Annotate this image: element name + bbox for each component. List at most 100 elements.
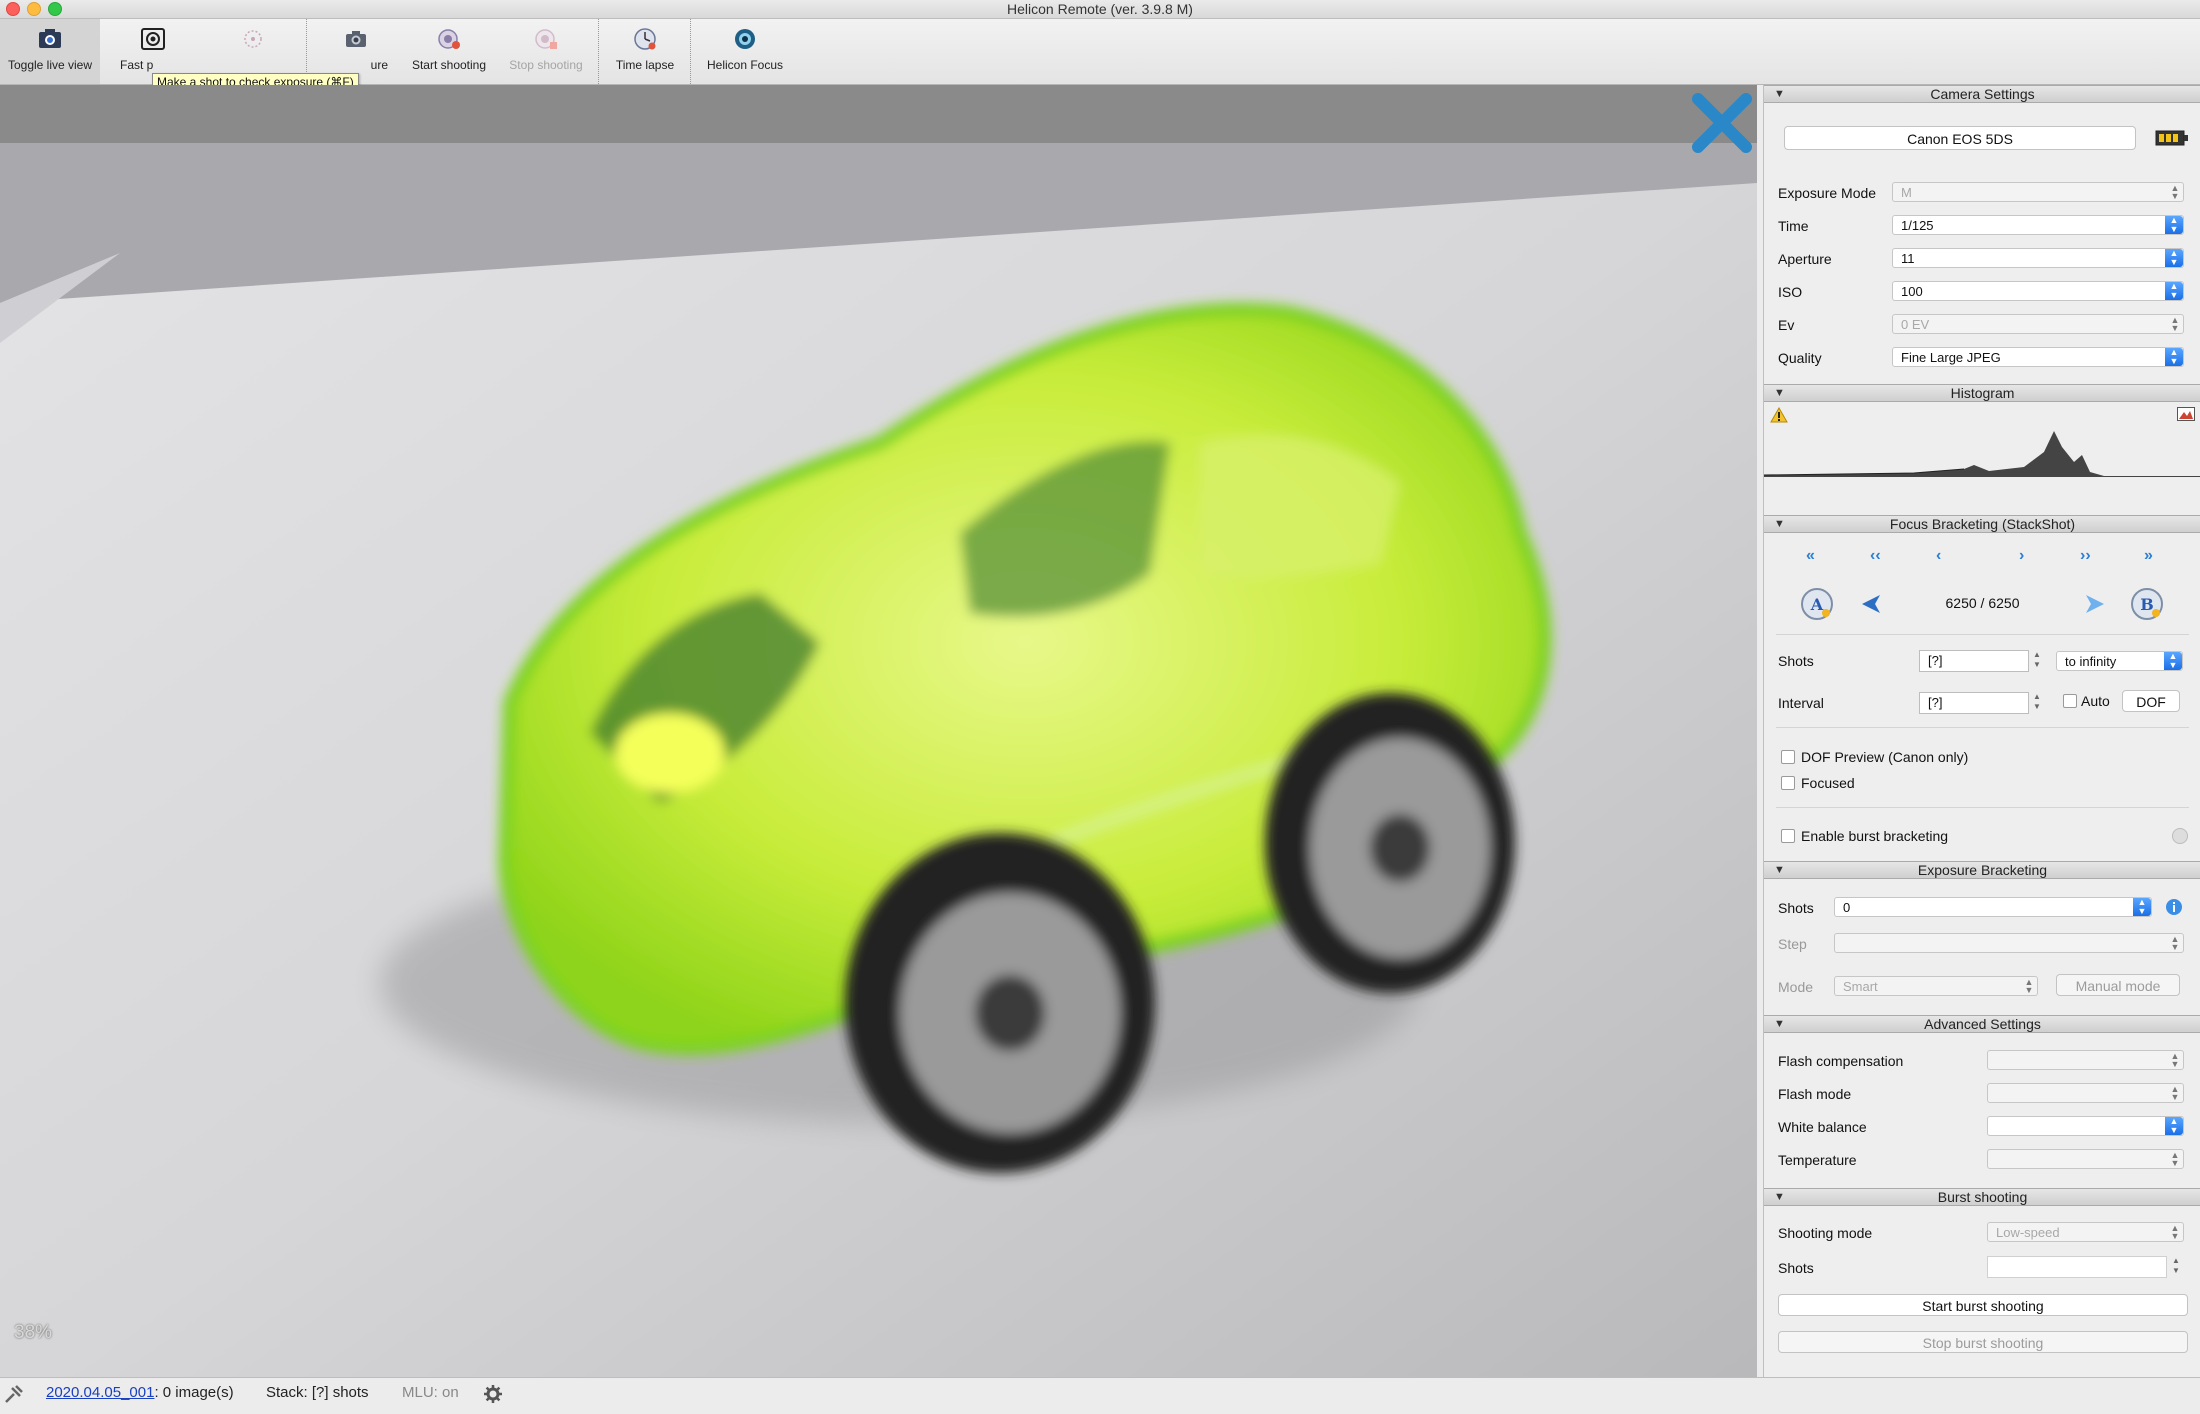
info-icon[interactable]: [2165, 898, 2183, 916]
histogram-mode-icon[interactable]: [2177, 407, 2195, 421]
collapse-triangle-icon: ▼: [1774, 864, 1785, 876]
burst-info-icon[interactable]: [2172, 828, 2188, 844]
exposure-mode-select[interactable]: M ▲ ▼: [1892, 182, 2184, 202]
helicon-focus-icon: [735, 29, 755, 49]
histogram-graph: [1764, 431, 2200, 477]
minimize-window-button[interactable]: [27, 2, 41, 16]
close-window-button[interactable]: [6, 2, 20, 16]
flash-compensation-select[interactable]: ▲ ▼: [1987, 1050, 2184, 1070]
capture-camera-icon: [346, 31, 366, 47]
stop-shooting-icon: [535, 29, 557, 49]
aperture-select[interactable]: 11 ▲ ▼: [1892, 248, 2184, 268]
stop-shooting-button[interactable]: Stop shooting: [500, 19, 592, 84]
interval-stepper[interactable]: ▲ ▼: [2032, 692, 2042, 714]
fast-rewind-icon[interactable]: «: [1806, 547, 1815, 565]
toolbar: Toggle live view Fast p ure Start shooti…: [0, 19, 2200, 91]
step-forward-icon[interactable]: ›: [2019, 547, 2024, 565]
interval-field[interactable]: [?]: [1919, 692, 2029, 714]
aperture-label: Aperture: [1778, 251, 1832, 267]
live-view-area[interactable]: 38%: [0, 85, 1757, 1377]
focus-direction-select[interactable]: to infinity ▲ ▼: [2056, 651, 2183, 671]
collapse-triangle-icon: ▼: [1774, 1191, 1785, 1203]
burst-shots-field[interactable]: [1987, 1256, 2167, 1278]
move-right-icon[interactable]: [2084, 593, 2106, 615]
flash-mode-select[interactable]: ▲ ▼: [1987, 1083, 2184, 1103]
gear-icon[interactable]: [484, 1385, 502, 1403]
iso-label: ISO: [1778, 284, 1803, 300]
start-shooting-icon: [438, 29, 460, 49]
collapse-triangle-icon: ▼: [1774, 518, 1785, 530]
helicon-focus-button[interactable]: Helicon Focus: [700, 19, 790, 84]
dof-preview-checkbox[interactable]: [1781, 750, 1795, 764]
temperature-select[interactable]: ▲ ▼: [1987, 1149, 2184, 1169]
set-point-a-icon[interactable]: A: [1800, 587, 1834, 621]
live-view-camera-icon: [39, 29, 61, 48]
settings-panel: ▼ Camera Settings Canon EOS 5DS Exposure…: [1763, 85, 2200, 1377]
time-select[interactable]: 1/125 ▲ ▼: [1892, 215, 2184, 235]
toggle-live-view-button[interactable]: Toggle live view: [0, 19, 100, 84]
auto-label: Auto: [2081, 693, 2110, 709]
burst-bracketing-checkbox[interactable]: [1781, 829, 1795, 843]
time-label: Time: [1778, 218, 1809, 234]
exposure-mode-label: Exposure Mode: [1778, 185, 1877, 201]
move-left-icon[interactable]: [1860, 593, 1882, 615]
interval-label: Interval: [1778, 695, 1824, 711]
white-balance-select[interactable]: ▲ ▼: [1987, 1116, 2184, 1136]
exposure-shots-select[interactable]: 0 ▲ ▼: [1834, 897, 2152, 917]
collapse-triangle-icon: ▼: [1774, 88, 1785, 100]
time-lapse-icon: [634, 28, 656, 50]
camera-settings-header[interactable]: ▼ Camera Settings: [1764, 85, 2200, 103]
live-view-image: [0, 143, 1757, 1377]
rewind-icon[interactable]: ‹‹: [1870, 547, 1881, 565]
exposure-shots-label: Shots: [1778, 900, 1814, 916]
focus-shots-field[interactable]: [?]: [1919, 650, 2029, 672]
flash-mode-label: Flash mode: [1778, 1086, 1852, 1102]
zoom-window-button[interactable]: [48, 2, 62, 16]
collapse-triangle-icon: ▼: [1774, 1018, 1785, 1030]
autofocus-icon: [243, 30, 262, 48]
step-label: Step: [1778, 936, 1807, 952]
histogram-header[interactable]: ▼ Histogram: [1764, 384, 2200, 402]
step-select[interactable]: ▲ ▼: [1834, 933, 2184, 953]
mode-select[interactable]: Smart ▲ ▼: [1834, 976, 2038, 996]
burst-bracketing-label: Enable burst bracketing: [1801, 828, 1949, 844]
manual-mode-button[interactable]: Manual mode: [2056, 974, 2180, 996]
flash-compensation-label: Flash compensation: [1778, 1053, 1904, 1069]
advanced-settings-header[interactable]: ▼ Advanced Settings: [1764, 1015, 2200, 1033]
shooting-mode-label: Shooting mode: [1778, 1225, 1873, 1241]
start-burst-button[interactable]: Start burst shooting: [1778, 1294, 2188, 1316]
focus-shots-stepper[interactable]: ▲ ▼: [2032, 650, 2042, 672]
mlu-status: MLU: on: [402, 1384, 459, 1401]
focused-checkbox[interactable]: [1781, 776, 1795, 790]
time-lapse-button[interactable]: Time lapse: [605, 19, 685, 84]
close-live-view-icon[interactable]: [1690, 91, 1754, 155]
camera-select-button[interactable]: Canon EOS 5DS: [1784, 126, 2136, 150]
iso-select[interactable]: 100 ▲ ▼: [1892, 281, 2184, 301]
stop-burst-button[interactable]: Stop burst shooting: [1778, 1331, 2188, 1353]
forward-icon[interactable]: ››: [2080, 547, 2091, 565]
svg-text:A: A: [1810, 595, 1824, 614]
window-title: Helicon Remote (ver. 3.9.8 M): [1007, 1, 1193, 17]
ev-select[interactable]: 0 EV ▲ ▼: [1892, 314, 2184, 334]
dof-button[interactable]: DOF: [2122, 690, 2180, 712]
step-back-icon[interactable]: ‹: [1936, 547, 1941, 565]
quality-select[interactable]: Fine Large JPEG ▲ ▼: [1892, 347, 2184, 367]
fast-forward-icon[interactable]: »: [2144, 547, 2153, 565]
dof-preview-label: DOF Preview (Canon only): [1801, 749, 1969, 765]
burst-shots-stepper[interactable]: ▲ ▼: [2171, 1256, 2181, 1278]
burst-shooting-header[interactable]: ▼ Burst shooting: [1764, 1188, 2200, 1206]
focus-bracketing-header[interactable]: ▼ Focus Bracketing (StackShot): [1764, 515, 2200, 533]
status-bar: 2020.04.05_001: 0 image(s) Stack: [?] sh…: [0, 1377, 2200, 1414]
auto-interval-checkbox[interactable]: [2063, 694, 2077, 708]
mode-label: Mode: [1778, 979, 1814, 995]
focus-shots-label: Shots: [1778, 653, 1814, 669]
window-titlebar: Helicon Remote (ver. 3.9.8 M): [0, 0, 2200, 19]
start-shooting-button[interactable]: Start shooting: [404, 19, 494, 84]
shooting-mode-select[interactable]: Low-speed ▲ ▼: [1987, 1222, 2184, 1242]
exposure-bracketing-header[interactable]: ▼ Exposure Bracketing: [1764, 861, 2200, 879]
set-point-b-icon[interactable]: B: [2130, 587, 2164, 621]
connection-icon[interactable]: [2, 1382, 26, 1406]
focused-label: Focused: [1801, 775, 1855, 791]
ev-label: Ev: [1778, 317, 1795, 333]
session-link[interactable]: 2020.04.05_001: [46, 1384, 154, 1401]
